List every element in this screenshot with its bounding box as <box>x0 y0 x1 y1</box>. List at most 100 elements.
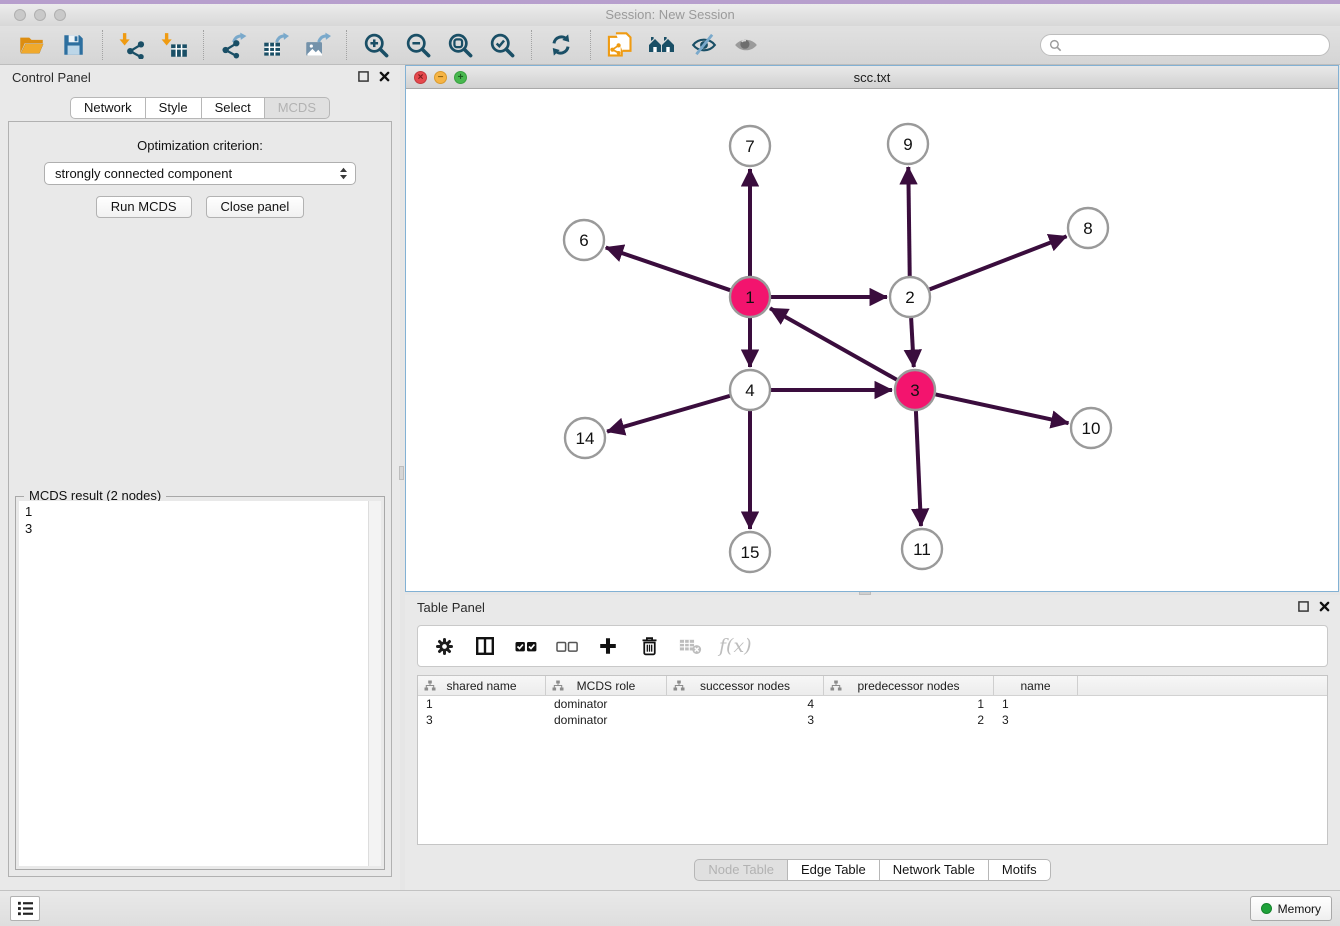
fx-icon: f(x) <box>719 635 752 657</box>
delete-column-button[interactable] <box>637 634 661 658</box>
node-label-11: 11 <box>913 540 931 559</box>
import-network-button[interactable] <box>118 30 146 60</box>
deselect-all-button[interactable] <box>555 634 579 658</box>
eye-icon <box>732 32 760 58</box>
zoom-selected-button[interactable] <box>488 30 516 60</box>
columns-icon <box>474 635 496 657</box>
node-label-10: 10 <box>1082 419 1101 438</box>
tab-network[interactable]: Network <box>70 97 146 119</box>
application-window: Session: New Session <box>0 0 1340 926</box>
tab-select[interactable]: Select <box>202 97 265 119</box>
function-builder-button[interactable]: f(x) <box>719 634 752 658</box>
deselect-all-icon <box>555 634 579 658</box>
column-header-mcds-role[interactable]: MCDS role <box>546 676 667 695</box>
table-settings-button[interactable] <box>432 634 456 658</box>
edge-2-8[interactable] <box>930 236 1067 289</box>
close-panel-icon[interactable] <box>379 71 390 82</box>
node-label-14: 14 <box>576 429 595 448</box>
node-label-2: 2 <box>905 288 914 307</box>
column-header-label: MCDS role <box>577 679 636 693</box>
toolbar-separator <box>102 30 103 60</box>
zoom-out-button[interactable] <box>404 30 432 60</box>
column-header-successor-nodes[interactable]: successor nodes <box>667 676 824 695</box>
dropdown-value: strongly connected component <box>55 166 232 181</box>
import-table-button[interactable] <box>160 30 188 60</box>
show-columns-button[interactable] <box>473 634 497 658</box>
tab-motifs[interactable]: Motifs <box>989 859 1051 881</box>
task-history-button[interactable] <box>10 896 40 921</box>
edge-4-14[interactable] <box>607 396 730 432</box>
tab-style[interactable]: Style <box>146 97 202 119</box>
network-view-window: × − + scc.txt 7968124314101511 <box>405 65 1339 592</box>
mcds-result-textarea[interactable]: 13 <box>19 501 381 866</box>
network-canvas[interactable]: 7968124314101511 <box>406 89 1338 591</box>
select-all-button[interactable] <box>514 634 538 658</box>
search-input[interactable] <box>1067 38 1321 52</box>
edge-3-11[interactable] <box>916 411 921 526</box>
memory-button[interactable]: Memory <box>1250 896 1332 921</box>
edge-2-3[interactable] <box>911 318 914 367</box>
tab-mcds[interactable]: MCDS <box>265 97 330 119</box>
zoom-in-button[interactable] <box>362 30 390 60</box>
toolbar-separator <box>531 30 532 60</box>
result-scrollbar[interactable] <box>368 501 381 866</box>
table-cell: 4 <box>667 697 824 711</box>
export-image-icon <box>304 32 331 59</box>
zoom-selected-icon <box>489 32 516 59</box>
new-network-from-selection-button[interactable] <box>606 30 634 60</box>
node-label-15: 15 <box>741 543 760 562</box>
vertical-splitter-handle[interactable] <box>399 466 404 480</box>
edge-1-6[interactable] <box>606 247 730 290</box>
edge-3-10[interactable] <box>936 394 1069 423</box>
search-field[interactable] <box>1040 34 1330 56</box>
tab-edge-table[interactable]: Edge Table <box>788 859 880 881</box>
edge-2-9[interactable] <box>908 167 909 276</box>
node-table[interactable]: shared name MCDS role successor nodes prede… <box>417 675 1328 845</box>
eye-slash-icon <box>690 32 718 58</box>
column-header-label: shared name <box>446 679 516 693</box>
node-label-8: 8 <box>1083 219 1092 238</box>
close-panel-icon[interactable] <box>1319 601 1330 612</box>
tab-network-table[interactable]: Network Table <box>880 859 989 881</box>
zoom-fit-button[interactable] <box>446 30 474 60</box>
optimization-criterion-label: Optimization criterion: <box>9 138 391 153</box>
export-network-icon <box>220 32 247 59</box>
result-line: 3 <box>25 520 375 537</box>
zoom-fit-icon <box>447 32 474 59</box>
export-table-button[interactable] <box>261 30 289 60</box>
open-session-button[interactable] <box>17 30 45 60</box>
column-header-name[interactable]: name <box>994 676 1078 695</box>
edge-3-1[interactable] <box>770 308 897 379</box>
tree-icon <box>552 680 564 692</box>
run-mcds-button[interactable]: Run MCDS <box>96 196 192 218</box>
add-column-button[interactable] <box>596 634 620 658</box>
tree-icon <box>424 680 436 692</box>
open-folder-icon <box>18 32 45 59</box>
tab-node-table[interactable]: Node Table <box>694 859 788 881</box>
show-all-button[interactable] <box>732 30 760 60</box>
control-panel-tabs: NetworkStyleSelectMCDS <box>70 97 330 119</box>
table-cell: 3 <box>994 713 1078 727</box>
node-label-7: 7 <box>745 137 754 156</box>
optimization-criterion-select[interactable]: strongly connected component <box>44 162 356 185</box>
control-panel-title: Control Panel <box>12 70 91 85</box>
export-network-button[interactable] <box>219 30 247 60</box>
apply-layout-button[interactable] <box>547 30 575 60</box>
column-header-label: successor nodes <box>700 679 790 693</box>
delete-table-button[interactable] <box>678 634 702 658</box>
export-image-button[interactable] <box>303 30 331 60</box>
hide-selected-button[interactable] <box>690 30 718 60</box>
network-window-title: scc.txt <box>406 66 1338 89</box>
network-window-titlebar[interactable]: × − + scc.txt <box>406 66 1338 89</box>
table-row[interactable]: 1dominator411 <box>418 696 1327 712</box>
column-header-shared-name[interactable]: shared name <box>418 676 546 695</box>
close-panel-button[interactable]: Close panel <box>206 196 305 218</box>
table-cell: 1 <box>418 697 546 711</box>
table-row[interactable]: 3dominator323 <box>418 712 1327 728</box>
memory-label: Memory <box>1278 902 1321 916</box>
first-neighbors-button[interactable] <box>648 30 676 60</box>
column-header-predecessor-nodes[interactable]: predecessor nodes <box>824 676 994 695</box>
save-session-button[interactable] <box>59 30 87 60</box>
float-panel-icon[interactable] <box>1298 601 1309 612</box>
float-panel-icon[interactable] <box>358 71 369 82</box>
